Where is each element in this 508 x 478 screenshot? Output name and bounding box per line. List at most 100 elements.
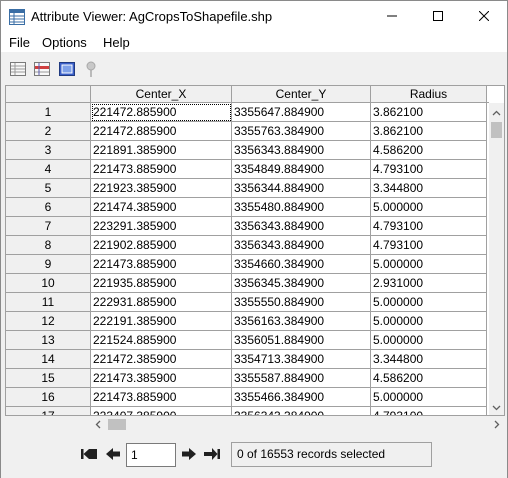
table-row[interactable]: 4 221473.885900 3354849.884900 4.793100 [6, 160, 487, 179]
horizontal-scroll-thumb[interactable] [108, 419, 126, 430]
center-y-cell[interactable]: 3355550.884900 [232, 293, 371, 312]
row-number-cell[interactable]: 7 [6, 217, 91, 236]
last-record-button[interactable] [203, 447, 221, 463]
close-button[interactable] [461, 1, 507, 32]
vertical-scroll-thumb[interactable] [491, 122, 502, 138]
minimize-button[interactable] [369, 1, 415, 32]
center-x-cell[interactable]: 222191.385900 [91, 312, 232, 331]
row-number-cell[interactable]: 5 [6, 179, 91, 198]
center-y-cell[interactable]: 3356343.884900 [232, 141, 371, 160]
table-row[interactable]: 14 221472.385900 3354713.384900 3.344800 [6, 350, 487, 369]
row-number-cell[interactable]: 2 [6, 122, 91, 141]
row-number-cell[interactable]: 4 [6, 160, 91, 179]
pin-button[interactable] [82, 60, 100, 78]
radius-cell[interactable]: 3.862100 [371, 122, 487, 141]
scroll-right-button[interactable] [489, 417, 504, 432]
row-number-cell[interactable]: 1 [6, 103, 91, 122]
center-y-cell[interactable]: 3354713.384900 [232, 350, 371, 369]
radius-cell[interactable]: 4.793100 [371, 407, 487, 415]
center-x-cell[interactable]: 221473.885900 [91, 160, 232, 179]
column-header-center-x[interactable]: Center_X [91, 86, 232, 103]
center-x-cell[interactable]: 223407.385900 [91, 407, 232, 415]
center-y-cell[interactable]: 3356051.884900 [232, 331, 371, 350]
center-x-cell[interactable]: 221472.385900 [91, 350, 232, 369]
menu-options[interactable]: Options [42, 35, 87, 50]
column-header-radius[interactable]: Radius [371, 86, 487, 103]
next-record-button[interactable] [180, 447, 198, 463]
previous-record-button[interactable] [104, 447, 122, 463]
row-number-cell[interactable]: 10 [6, 274, 91, 293]
radius-cell[interactable]: 5.000000 [371, 312, 487, 331]
center-y-cell[interactable]: 3355647.884900 [232, 103, 371, 122]
table-row[interactable]: 16 221473.885900 3355466.384900 5.000000 [6, 388, 487, 407]
row-number-cell[interactable]: 11 [6, 293, 91, 312]
center-x-cell[interactable]: 221923.385900 [91, 179, 232, 198]
center-y-cell[interactable]: 3355466.384900 [232, 388, 371, 407]
radius-cell[interactable]: 2.931000 [371, 274, 487, 293]
row-number-cell[interactable]: 13 [6, 331, 91, 350]
center-x-cell[interactable]: 221473.385900 [91, 369, 232, 388]
center-x-cell[interactable]: 221935.885900 [91, 274, 232, 293]
center-x-cell[interactable]: 223291.385900 [91, 217, 232, 236]
row-number-cell[interactable]: 14 [6, 350, 91, 369]
table-row[interactable]: 7 223291.385900 3356343.884900 4.793100 [6, 217, 487, 236]
table-row[interactable]: 9 221473.885900 3354660.384900 5.000000 [6, 255, 487, 274]
column-header-center-y[interactable]: Center_Y [232, 86, 371, 103]
title-bar[interactable]: Attribute Viewer: AgCropsToShapefile.shp [1, 1, 507, 32]
radius-cell[interactable]: 5.000000 [371, 331, 487, 350]
menu-file[interactable]: File [9, 35, 30, 50]
center-x-cell[interactable]: 221474.385900 [91, 198, 232, 217]
radius-cell[interactable]: 4.586200 [371, 141, 487, 160]
center-y-cell[interactable]: 3354660.384900 [232, 255, 371, 274]
radius-cell[interactable]: 5.000000 [371, 198, 487, 217]
center-y-cell[interactable]: 3355480.884900 [232, 198, 371, 217]
maximize-button[interactable] [415, 1, 461, 32]
center-x-cell[interactable]: 221473.885900 [91, 388, 232, 407]
table-row[interactable]: 5 221923.385900 3356344.884900 3.344800 [6, 179, 487, 198]
center-y-cell[interactable]: 3355587.884900 [232, 369, 371, 388]
center-y-cell[interactable]: 3355763.384900 [232, 122, 371, 141]
radius-cell[interactable]: 4.793100 [371, 217, 487, 236]
center-y-cell[interactable]: 3356163.384900 [232, 312, 371, 331]
radius-cell[interactable]: 4.793100 [371, 160, 487, 179]
record-number-input[interactable] [126, 443, 176, 467]
header-corner[interactable] [6, 86, 91, 103]
radius-cell[interactable]: 4.793100 [371, 236, 487, 255]
table-row[interactable]: 13 221524.885900 3356051.884900 5.000000 [6, 331, 487, 350]
table-row[interactable]: 1 221472.885900 3355647.884900 3.862100 [6, 103, 487, 122]
center-x-cell[interactable]: 222931.885900 [91, 293, 232, 312]
table-row[interactable]: 12 222191.385900 3356163.384900 5.000000 [6, 312, 487, 331]
row-number-cell[interactable]: 3 [6, 141, 91, 160]
table-row[interactable]: 11 222931.885900 3355550.884900 5.000000 [6, 293, 487, 312]
table-row[interactable]: 10 221935.885900 3356345.384900 2.931000 [6, 274, 487, 293]
zoom-to-selected-button[interactable] [58, 60, 76, 78]
radius-cell[interactable]: 5.000000 [371, 293, 487, 312]
center-x-cell[interactable]: 221891.385900 [91, 141, 232, 160]
first-record-button[interactable] [80, 447, 98, 463]
radius-cell[interactable]: 3.344800 [371, 179, 487, 198]
center-y-cell[interactable]: 3354849.884900 [232, 160, 371, 179]
scroll-up-button[interactable] [489, 103, 504, 120]
center-y-cell[interactable]: 3356345.384900 [232, 274, 371, 293]
row-number-cell[interactable]: 12 [6, 312, 91, 331]
center-x-cell[interactable]: 221473.885900 [91, 255, 232, 274]
row-number-cell[interactable]: 9 [6, 255, 91, 274]
table-row[interactable]: 2 221472.885900 3355763.384900 3.862100 [6, 122, 487, 141]
center-x-cell[interactable]: 221902.885900 [91, 236, 232, 255]
center-y-cell[interactable]: 3356344.884900 [232, 179, 371, 198]
center-y-cell[interactable]: 3356343.884900 [232, 217, 371, 236]
table-row[interactable]: 3 221891.385900 3356343.884900 4.586200 [6, 141, 487, 160]
scroll-left-button[interactable] [89, 417, 106, 432]
menu-help[interactable]: Help [103, 35, 130, 50]
table-row[interactable]: 15 221473.385900 3355587.884900 4.586200 [6, 369, 487, 388]
radius-cell[interactable]: 3.344800 [371, 350, 487, 369]
horizontal-scrollbar[interactable] [5, 416, 505, 433]
row-number-cell[interactable]: 15 [6, 369, 91, 388]
scroll-down-button[interactable] [489, 398, 504, 415]
row-number-cell[interactable]: 6 [6, 198, 91, 217]
center-x-cell[interactable]: 221472.885900 [91, 103, 232, 122]
show-selected-records-button[interactable] [33, 60, 51, 78]
radius-cell[interactable]: 5.000000 [371, 255, 487, 274]
radius-cell[interactable]: 3.862100 [371, 103, 487, 122]
table-row[interactable]: 8 221902.885900 3356343.884900 4.793100 [6, 236, 487, 255]
